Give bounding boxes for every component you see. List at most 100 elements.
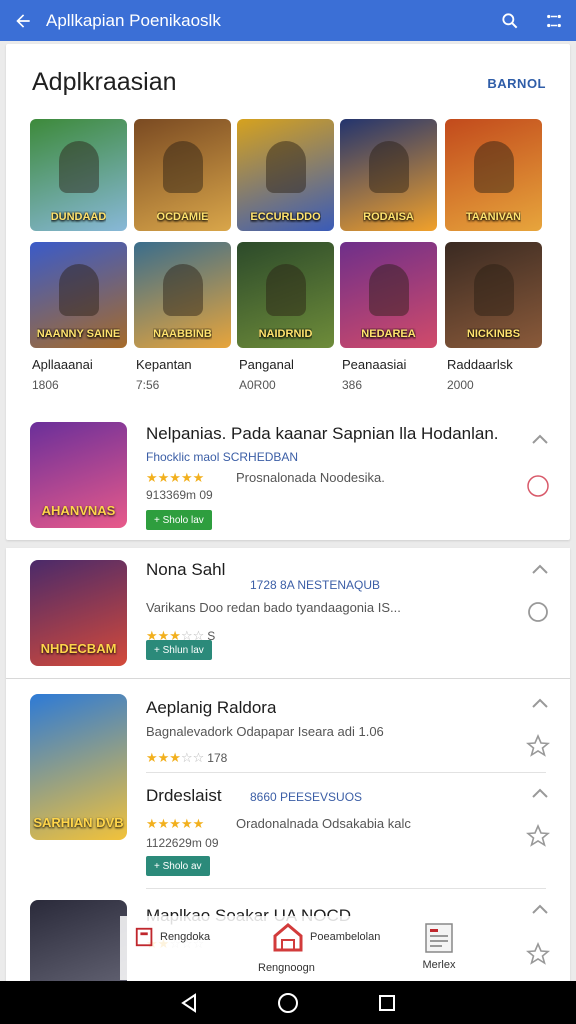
featured-section: Adplkraasian BARNOL DUNDAAD OCDAMIE ECCURL… xyxy=(6,44,570,540)
app-title[interactable]: Drdeslaist xyxy=(146,786,222,806)
tile-value: 2000 xyxy=(447,378,474,392)
chevron-up-icon[interactable] xyxy=(530,432,550,446)
featured-tile[interactable]: ECCURLDDO xyxy=(237,119,334,231)
tab-label: Poeambelolan xyxy=(310,931,381,943)
app-bar-title: Apllkapian Poenikaoslk xyxy=(46,10,221,30)
divider xyxy=(6,678,570,679)
star-outline-icon[interactable] xyxy=(526,824,550,848)
system-nav-bar xyxy=(0,981,576,1024)
app-bar: Apllkapian Poenikaoslk xyxy=(0,0,576,41)
tile-artwork xyxy=(265,141,306,193)
chevron-up-icon[interactable] xyxy=(530,696,550,710)
star-rating: ★★★★★ xyxy=(146,816,205,831)
tile-value: 7:56 xyxy=(136,378,160,392)
app-thumbnail[interactable]: AHANVNAS xyxy=(30,422,127,528)
featured-tile[interactable]: NICKINBS xyxy=(445,242,542,348)
tile-caption: NAABBINB xyxy=(153,328,212,340)
featured-tile[interactable]: NAIDRNID xyxy=(237,242,334,348)
thumbnail-caption: NHDECBAM xyxy=(40,641,117,656)
tile-caption: RODAISA xyxy=(363,211,414,223)
featured-tile[interactable]: OCDAMIE xyxy=(134,119,231,231)
tab-poeambelolan[interactable]: Poeambelolan xyxy=(272,922,380,952)
chevron-up-icon[interactable] xyxy=(530,786,550,800)
tab-merlex[interactable]: Merlex xyxy=(416,922,462,971)
star-outline-icon[interactable] xyxy=(526,942,550,966)
app-description: Varikans Doo redan bado tyandaagonia IS.… xyxy=(146,600,401,615)
tile-value: 386 xyxy=(342,378,363,392)
grid-menu-icon xyxy=(547,14,561,27)
divider xyxy=(146,772,546,773)
tab-label: Merlex xyxy=(422,959,456,971)
system-recents-button[interactable] xyxy=(375,991,399,1015)
chevron-up-icon[interactable] xyxy=(530,562,550,576)
tile-caption: TAANIVAN xyxy=(465,211,522,223)
recents-square-icon xyxy=(378,994,395,1011)
star-rating: ★★★★★ xyxy=(146,470,205,485)
back-button[interactable] xyxy=(0,0,46,41)
app-developer: 8660 PEESEVSUOS xyxy=(250,790,363,804)
featured-tile[interactable]: NEDAREA xyxy=(340,242,437,348)
book-icon xyxy=(135,927,153,947)
install-badge[interactable]: + Sholo av xyxy=(146,856,210,876)
featured-tile[interactable]: NAANNY SAINE xyxy=(30,242,127,348)
star-outline-icon[interactable] xyxy=(526,734,550,758)
see-more-link[interactable]: BARNOL xyxy=(487,76,546,91)
tile-artwork xyxy=(162,141,203,193)
arrow-left-icon xyxy=(16,13,30,28)
tile-caption: NEDAREA xyxy=(361,328,416,340)
list-item[interactable]: AHANVNAS Nelpanias. Pada kaanar Sapnian l… xyxy=(30,422,550,532)
list-item[interactable]: Drdeslaist 8660 PEESEVSUOS Oradonalnada Od… xyxy=(30,784,550,884)
menu-button[interactable] xyxy=(532,0,576,41)
tile-value: 1806 xyxy=(32,378,59,392)
app-title[interactable]: Nelpanias. Pada kaanar Sapnian lla Hodan… xyxy=(146,424,499,444)
install-count: 1122629m 09 xyxy=(146,836,219,850)
tile-caption: NAIDRNID xyxy=(258,328,313,340)
home-icon xyxy=(273,923,303,952)
tile-artwork xyxy=(58,141,99,193)
tile-value: A0R00 xyxy=(239,378,276,392)
divider xyxy=(146,888,546,889)
section-title: Adplkraasian xyxy=(32,68,177,96)
tile-artwork xyxy=(58,264,99,316)
app-developer: Fhocklic maol SCRHEDBAN xyxy=(146,450,299,464)
featured-tile[interactable]: RODAISA xyxy=(340,119,437,231)
tile-artwork xyxy=(265,264,306,316)
tile-caption: DUNDAAD xyxy=(50,211,107,223)
chevron-up-icon[interactable] xyxy=(530,902,550,916)
featured-tile[interactable]: NAABBINB xyxy=(134,242,231,348)
tile-artwork xyxy=(162,264,203,316)
tile-label: Raddaarlsk xyxy=(447,357,513,372)
search-button[interactable] xyxy=(488,0,532,41)
system-back-button[interactable] xyxy=(177,991,201,1015)
featured-tile[interactable]: DUNDAAD xyxy=(30,119,127,231)
tile-label: Apllaaanai xyxy=(32,357,93,372)
thumbnail-caption: AHANVNAS xyxy=(41,503,116,518)
list-item[interactable]: SARHIAN DVB Aeplanig Raldora Bagnalevadork… xyxy=(30,694,550,840)
app-title[interactable]: Nona Sahl xyxy=(146,560,225,580)
system-home-button[interactable] xyxy=(276,991,300,1015)
tile-label: Kepantan xyxy=(136,357,192,372)
app-title[interactable]: Aeplanig Raldora xyxy=(146,698,276,718)
app-developer: 1728 8A NESTENAQUB xyxy=(250,578,381,592)
rating-count: 178 xyxy=(207,751,228,765)
tile-label: Panganal xyxy=(239,357,294,372)
tile-artwork xyxy=(473,264,514,316)
tile-caption: ECCURLDDO xyxy=(250,211,321,223)
tile-label: Peanaasiai xyxy=(342,357,407,372)
app-description: Bagnalevadork Odapapar Iseara adi 1.06 xyxy=(146,724,384,739)
list-item[interactable]: NHDECBAM Nona Sahl 1728 8A NESTENAQUB Varik… xyxy=(30,560,550,670)
app-description: Oradonalnada Odsakabia kalc xyxy=(236,816,411,831)
tab-rengnoogn[interactable]: Rengnoogn xyxy=(258,962,315,974)
install-badge[interactable]: + Sholo lav xyxy=(146,510,212,530)
install-count: 913369m 09 xyxy=(146,488,213,502)
install-badge[interactable]: + Shlun lav xyxy=(146,640,212,660)
tab-rengdoka[interactable]: Rengdoka xyxy=(134,926,210,948)
document-icon xyxy=(425,923,453,953)
tile-caption: NAANNY SAINE xyxy=(36,328,121,340)
featured-tile[interactable]: TAANIVAN xyxy=(445,119,542,231)
bottom-tab-nav: Rengdoka Poeambelolan Rengnoogn Merlex xyxy=(120,916,470,980)
chat-bubble-icon[interactable] xyxy=(526,600,550,624)
progress-circle-icon[interactable] xyxy=(526,474,550,498)
app-thumbnail[interactable]: NHDECBAM xyxy=(30,560,127,666)
home-circle-icon xyxy=(277,992,298,1013)
